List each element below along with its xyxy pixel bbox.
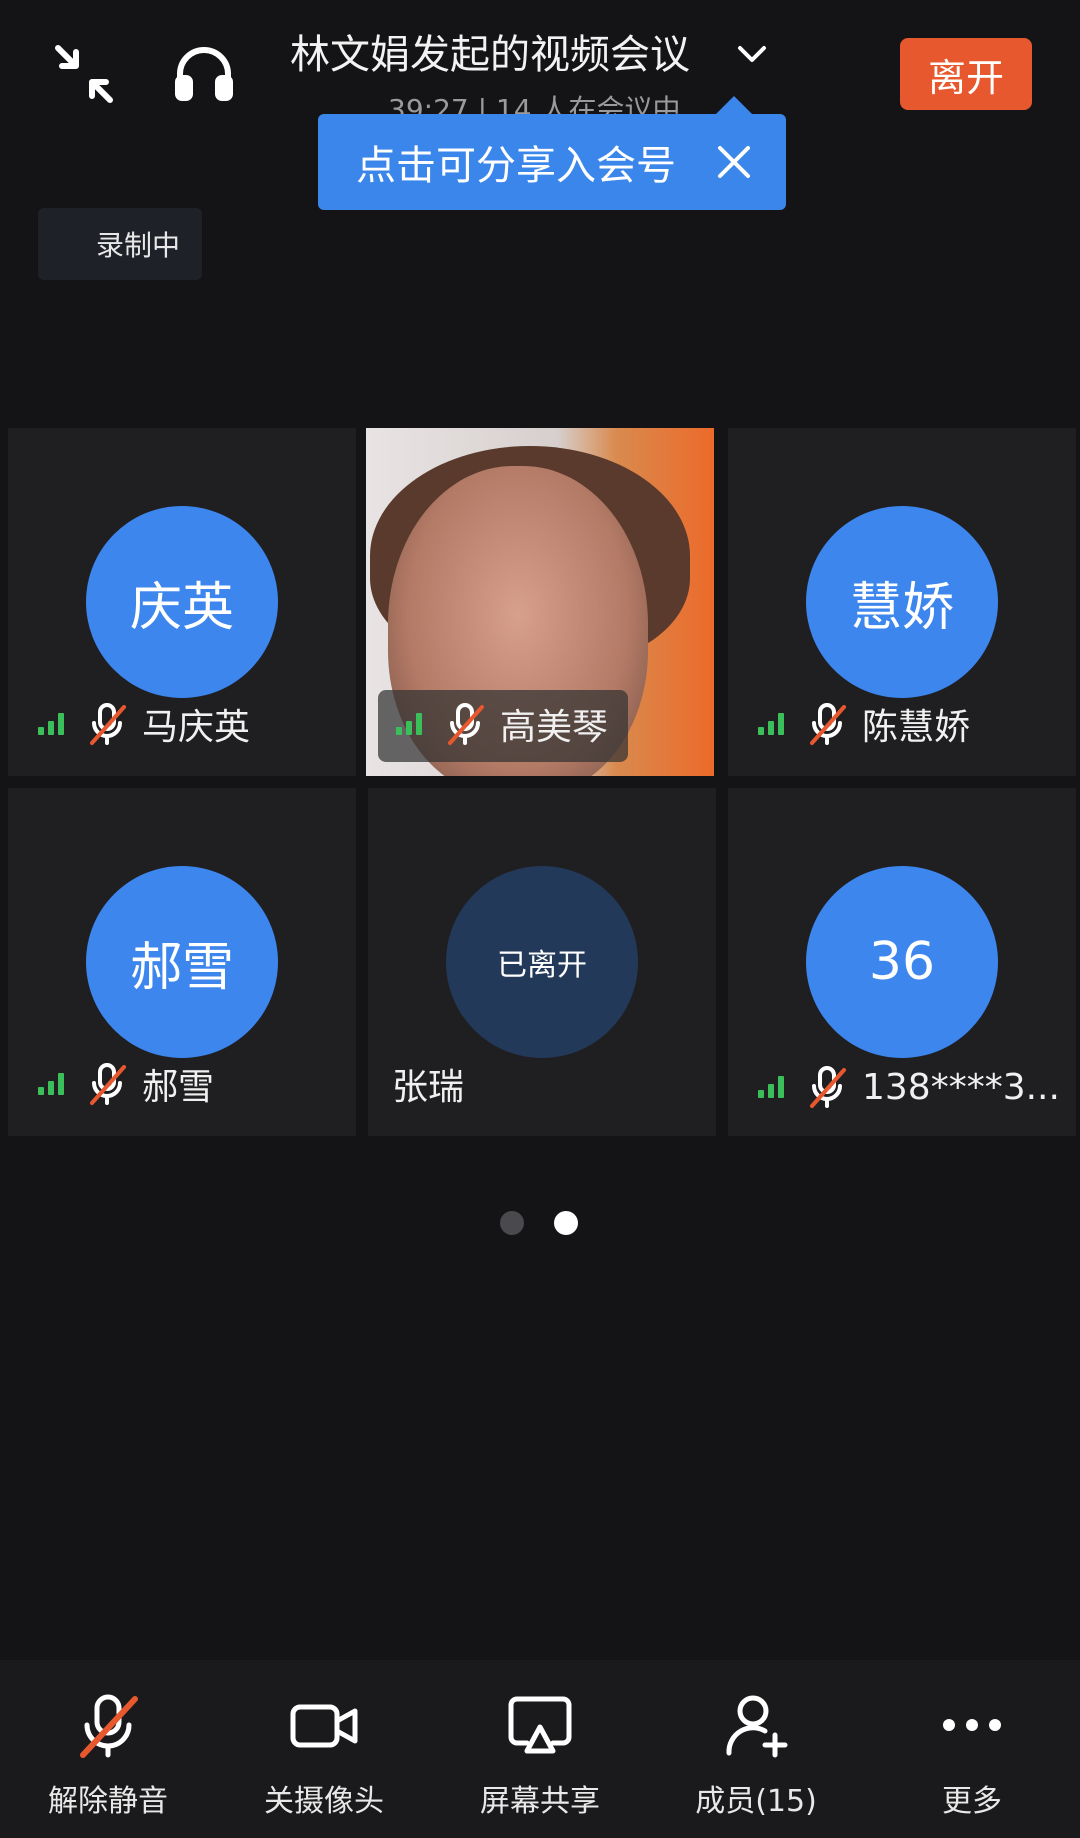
collapse-icon[interactable] [52, 42, 116, 106]
mic-muted-icon [448, 703, 484, 745]
avatar: 郝雪 [86, 866, 278, 1058]
video-camera-icon [290, 1704, 358, 1748]
mic-muted-icon [80, 1694, 138, 1758]
members-button[interactable]: 成员(15) [666, 1692, 846, 1820]
unmute-label: 解除静音 [48, 1784, 168, 1819]
mic-muted-icon [810, 703, 846, 745]
signal-icon [758, 1076, 792, 1098]
camera-off-button[interactable]: 关摄像头 [234, 1692, 414, 1820]
page-dot-1[interactable] [500, 1211, 524, 1235]
members-label: 成员(15) [695, 1784, 817, 1819]
chevron-down-icon[interactable] [732, 34, 772, 74]
bottom-toolbar: 解除静音 关摄像头 屏幕共享 成员(15) 更多 [0, 1660, 1080, 1838]
participant-name: 郝雪 [142, 1067, 215, 1108]
signal-icon [396, 713, 430, 735]
more-icon [943, 1719, 1001, 1731]
headphones-icon[interactable] [172, 40, 236, 104]
signal-icon [38, 1073, 72, 1095]
mic-muted-icon [90, 1063, 126, 1105]
camera-label: 关摄像头 [264, 1784, 384, 1819]
page-dot-2[interactable] [554, 1211, 578, 1235]
close-icon[interactable] [710, 138, 758, 186]
participant-tile[interactable]: 已离开 张瑞 [368, 788, 716, 1136]
participant-tile[interactable]: 36 138****3... [728, 788, 1076, 1136]
share-label: 屏幕共享 [480, 1784, 600, 1819]
avatar: 36 [806, 866, 998, 1058]
share-tooltip[interactable]: 点击可分享入会号 [318, 96, 786, 210]
recording-badge: 录制中 [38, 208, 202, 280]
more-label: 更多 [942, 1784, 1002, 1819]
screen-share-icon [508, 1696, 572, 1754]
meeting-title[interactable]: 林文娟发起的视频会议 [290, 22, 690, 80]
participant-tile[interactable]: 庆英 马庆英 [8, 428, 356, 776]
participant-tile[interactable]: 慧娇 陈慧娇 [728, 428, 1076, 776]
avatar: 庆英 [86, 506, 278, 698]
leave-button[interactable]: 离开 [900, 38, 1032, 110]
share-tooltip-text: 点击可分享入会号 [356, 143, 676, 189]
participant-name: 高美琴 [500, 707, 609, 748]
participant-name: 陈慧娇 [862, 707, 971, 748]
add-user-icon [726, 1695, 788, 1758]
participant-name: 138****3... [862, 1066, 1060, 1108]
participant-tile[interactable]: 郝雪 郝雪 [8, 788, 356, 1136]
participant-video-tile[interactable]: 高美琴 [366, 428, 714, 776]
avatar: 慧娇 [806, 506, 998, 698]
participant-name: 马庆英 [142, 707, 251, 748]
screen-share-button[interactable]: 屏幕共享 [450, 1692, 630, 1820]
more-button[interactable]: 更多 [882, 1692, 1062, 1820]
mic-muted-icon [810, 1066, 846, 1108]
signal-icon [38, 713, 72, 735]
mic-muted-icon [90, 703, 126, 745]
participant-name: 张瑞 [392, 1067, 465, 1108]
signal-icon [758, 713, 792, 735]
unmute-button[interactable]: 解除静音 [18, 1692, 198, 1820]
left-status: 已离开 [446, 866, 638, 1058]
meeting-title-text: 林文娟发起的视频会议 [290, 32, 690, 78]
